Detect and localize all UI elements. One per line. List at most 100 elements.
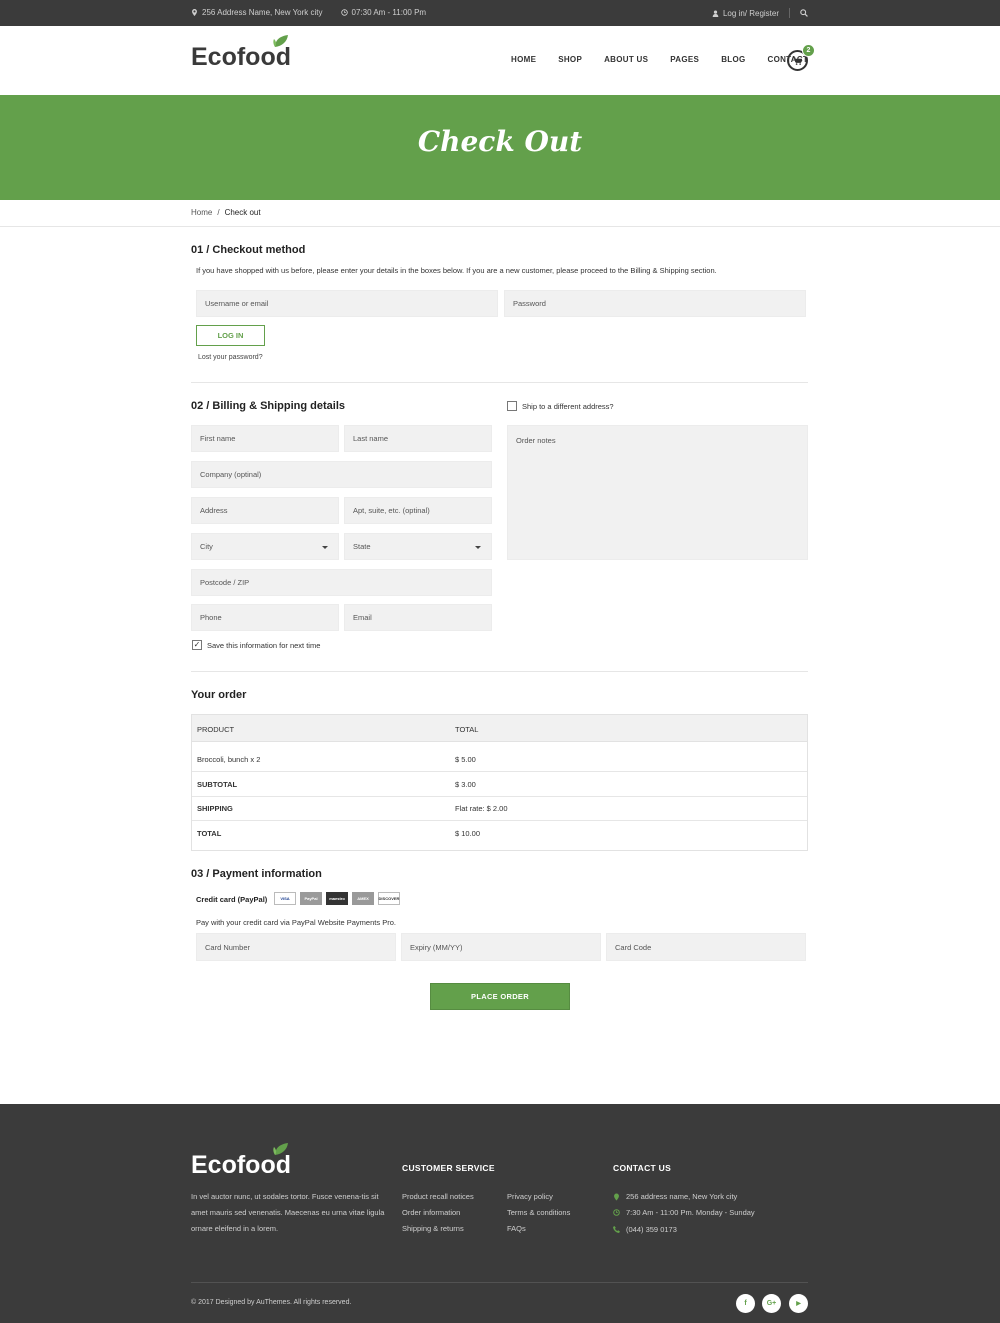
save-info-label: Save this information for next time	[207, 641, 321, 650]
nav-blog[interactable]: BLOG	[721, 55, 745, 64]
user-icon	[712, 9, 719, 17]
last-name-input[interactable]: Last name	[344, 425, 492, 452]
hours-info: 07:30 Am - 11:00 Pm	[340, 8, 427, 17]
ship-different-label: Ship to a different address?	[522, 402, 614, 411]
company-input[interactable]: Company (optinal)	[191, 461, 492, 488]
cart-count-badge: 2	[802, 44, 815, 57]
footer-divider	[191, 1282, 808, 1283]
total-value: $ 10.00	[455, 829, 481, 838]
state-select-label: State	[353, 542, 371, 551]
amex-icon: AMEX	[352, 892, 374, 905]
google-plus-icon[interactable]: G+	[762, 1294, 781, 1313]
footer-link-terms[interactable]: Terms & conditions	[507, 1208, 570, 1217]
phone-input[interactable]: Phone	[191, 604, 339, 631]
phone-icon	[613, 1226, 620, 1233]
payment-method-label: Credit card (PayPal)	[196, 895, 268, 904]
save-info-checkbox[interactable]: ✓	[192, 640, 202, 650]
payment-description: Pay with your credit card via PayPal Web…	[196, 918, 396, 927]
order-item-value: $ 5.00	[455, 755, 476, 764]
row-divider	[192, 796, 807, 797]
cart-button[interactable]: 2	[787, 44, 815, 71]
login-button[interactable]: LOG IN	[196, 325, 265, 346]
column-total: TOTAL	[455, 725, 479, 734]
nav-pages[interactable]: PAGES	[670, 55, 699, 64]
hours-text: 07:30 Am - 11:00 Pm	[351, 8, 427, 17]
chevron-down-icon	[322, 546, 328, 549]
chevron-down-icon	[475, 546, 481, 549]
lost-password-link[interactable]: Lost your password?	[198, 354, 263, 361]
apt-input[interactable]: Apt, suite, etc. (optinal)	[344, 497, 492, 524]
youtube-icon[interactable]: ▶	[789, 1294, 808, 1313]
section-divider	[191, 382, 808, 383]
address-input[interactable]: Address	[191, 497, 339, 524]
postcode-input[interactable]: Postcode / ZIP	[191, 569, 492, 596]
clock-icon	[613, 1209, 620, 1216]
card-code-input[interactable]: Card Code	[606, 933, 806, 961]
shipping-label: SHIPPING	[197, 804, 233, 813]
city-select-label: City	[200, 542, 213, 551]
subtotal-value: $ 3.00	[455, 780, 476, 789]
nav-about-us[interactable]: ABOUT US	[604, 55, 648, 64]
contact-phone-text: (044) 359 0173	[626, 1225, 677, 1234]
footer-contact-hours: 7:30 Am - 11:00 Pm. Monday - Sunday	[613, 1208, 755, 1217]
nav-shop[interactable]: SHOP	[558, 55, 582, 64]
facebook-icon[interactable]: f	[736, 1294, 755, 1313]
payment-title: 03 / Payment information	[191, 868, 322, 880]
login-register-link[interactable]: Log in/ Register	[712, 9, 779, 18]
billing-title: 02 / Billing & Shipping details	[191, 400, 346, 412]
map-pin-icon	[614, 1193, 619, 1200]
shipping-value: Flat rate: $ 2.00	[455, 804, 508, 813]
footer-logo[interactable]: Ecofood	[191, 1143, 291, 1180]
maestro-icon: maestro	[326, 892, 348, 905]
visa-icon: VISA	[274, 892, 296, 905]
place-order-button[interactable]: PLACE ORDER	[430, 983, 570, 1010]
nav-home[interactable]: HOME	[511, 55, 536, 64]
state-select[interactable]: State	[344, 533, 492, 560]
subtotal-label: SUBTOTAL	[197, 780, 238, 789]
page-title: Check Out	[417, 125, 583, 158]
expiry-input[interactable]: Expiry (MM/YY)	[401, 933, 601, 961]
paypal-icon: PayPal	[300, 892, 322, 905]
address-text: 256 Address Name, New York city	[202, 8, 323, 17]
row-divider	[192, 771, 807, 772]
footer-link-faqs[interactable]: FAQs	[507, 1224, 526, 1233]
page-banner: Check Out	[0, 95, 1000, 200]
cart-icon	[793, 56, 802, 65]
username-input[interactable]: Username or email	[196, 290, 498, 317]
footer-link-privacy[interactable]: Privacy policy	[507, 1192, 553, 1201]
breadcrumb-separator: /	[217, 208, 220, 217]
main-nav: HOME SHOP ABOUT US PAGES BLOG CONTACT	[511, 55, 830, 64]
footer-contact-phone: (044) 359 0173	[613, 1225, 677, 1234]
contact-address-text: 256 address name, New York city	[626, 1192, 738, 1201]
footer-about-text: In vel auctor nunc, ut sodales tortor. F…	[191, 1192, 385, 1233]
customer-service-title: CUSTOMER SERVICE	[402, 1163, 495, 1173]
order-table: PRODUCT TOTAL Broccoli, bunch x 2 $ 5.00…	[191, 714, 808, 851]
discover-icon: DISCOVER	[378, 892, 400, 905]
column-product: PRODUCT	[197, 725, 235, 734]
login-register-text: Log in/ Register	[722, 8, 779, 18]
logo[interactable]: Ecofood	[191, 35, 291, 72]
password-input[interactable]: Password	[504, 290, 806, 317]
site-header: Ecofood HOME SHOP ABOUT US PAGES BLOG CO…	[0, 26, 1000, 95]
city-select[interactable]: City	[191, 533, 339, 560]
email-input[interactable]: Email	[344, 604, 492, 631]
map-pin-icon	[192, 9, 197, 16]
divider	[789, 8, 790, 18]
search-icon[interactable]	[800, 9, 808, 17]
section-divider	[191, 671, 808, 672]
checkout-method-intro: If you have shopped with us before, plea…	[196, 266, 717, 275]
order-notes-textarea[interactable]: Order notes	[507, 425, 808, 560]
contact-hours-text: 7:30 Am - 11:00 Pm. Monday - Sunday	[626, 1208, 755, 1217]
first-name-input[interactable]: First name	[191, 425, 339, 452]
site-footer: Ecofood In vel auctor nunc, ut sodales t…	[0, 1104, 1000, 1323]
your-order-title: Your order	[191, 689, 247, 701]
footer-link-recall[interactable]: Product recall notices	[402, 1192, 474, 1201]
card-number-input[interactable]: Card Number	[196, 933, 396, 961]
leaf-icon	[273, 1143, 288, 1155]
order-item-label: Broccoli, bunch x 2	[197, 755, 261, 764]
footer-link-order-info[interactable]: Order information	[402, 1208, 460, 1217]
top-bar: 256 Address Name, New York city 07:30 Am…	[0, 0, 1000, 26]
footer-link-shipping[interactable]: Shipping & returns	[402, 1224, 464, 1233]
breadcrumb-home[interactable]: Home	[191, 208, 212, 217]
ship-different-checkbox[interactable]	[507, 401, 517, 411]
